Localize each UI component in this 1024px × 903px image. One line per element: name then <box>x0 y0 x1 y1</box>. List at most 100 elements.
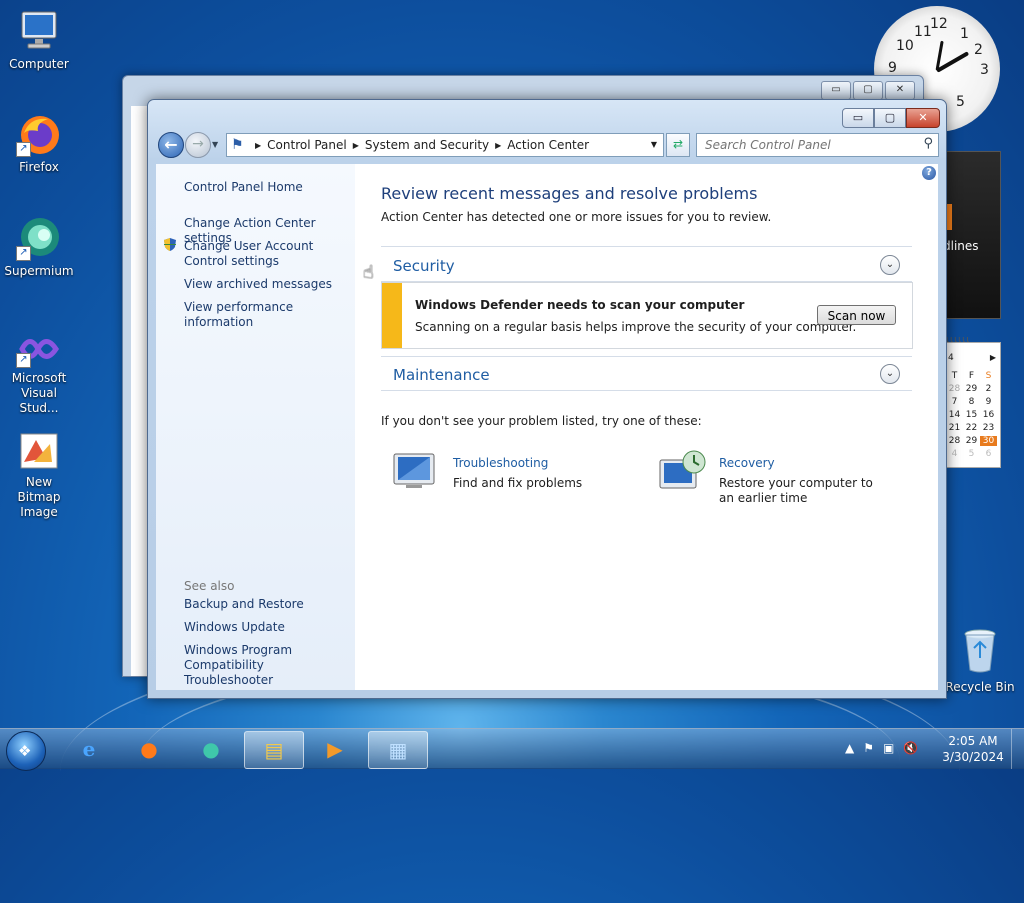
windows-update-link[interactable]: Windows Update <box>184 620 285 635</box>
suggestion-text: If you don't see your problem listed, tr… <box>381 414 702 428</box>
control-panel-icon: ▦ <box>388 738 408 762</box>
action-center-window[interactable]: ▭ ▢ ✕ ← → ▼ ⚑ ▶ Control Panel ▶ System a… <box>147 99 947 699</box>
address-dropdown-icon[interactable]: ▼ <box>647 136 661 154</box>
close-icon[interactable]: ✕ <box>885 81 915 100</box>
show-desktop-button[interactable] <box>1011 729 1024 769</box>
recovery-link[interactable]: Recovery <box>719 456 775 470</box>
taskbar-clock[interactable]: 2:05 AM 3/30/2024 <box>938 733 1008 765</box>
view-performance-information-link[interactable]: View performance information <box>184 300 355 330</box>
calendar-weekday: T <box>951 371 958 381</box>
firefox-icon: ↗ <box>16 111 62 157</box>
calendar-weekday: S <box>985 371 992 381</box>
arrow-right-icon: → <box>192 136 204 152</box>
security-section-title[interactable]: Security <box>393 257 455 275</box>
start-button[interactable]: ❖ <box>6 731 46 771</box>
calendar-day: 21 <box>948 423 961 433</box>
desktop-icon-label: New Bitmap Image <box>17 475 61 519</box>
breadcrumb-separator-icon[interactable]: ▶ <box>353 141 359 150</box>
volume-muted-icon[interactable]: 🔇 <box>903 741 918 755</box>
taskbar-media-player[interactable]: ▶ <box>306 731 364 767</box>
bitmap-image-icon <box>16 432 62 472</box>
help-icon[interactable]: ? <box>922 166 936 180</box>
windows-logo-icon: ❖ <box>18 742 32 760</box>
security-expand-button[interactable]: ⌄ <box>880 255 900 275</box>
troubleshooting-link[interactable]: Troubleshooting <box>453 456 548 470</box>
calendar-next-icon[interactable]: ▶ <box>990 353 996 362</box>
see-also-label: See also <box>184 579 235 593</box>
address-bar[interactable]: ⚑ ▶ Control Panel ▶ System and Security … <box>226 133 664 157</box>
desktop-icon-firefox[interactable]: ↗ Firefox <box>4 111 74 175</box>
control-panel-flag-icon: ⚑ <box>231 137 244 153</box>
shortcut-arrow-icon: ↗ <box>16 246 31 261</box>
maintenance-section-title[interactable]: Maintenance <box>393 366 490 384</box>
taskbar-time: 2:05 AM <box>948 734 998 748</box>
scan-now-button[interactable]: Scan now <box>817 305 896 325</box>
minimize-button[interactable]: ▭ <box>842 108 874 128</box>
forward-button[interactable]: → <box>185 132 211 158</box>
divider <box>381 246 912 247</box>
close-button[interactable]: ✕ <box>906 108 940 128</box>
desktop-icon-label: Computer <box>9 57 69 71</box>
chevron-down-icon: ⌄ <box>885 259 895 270</box>
breadcrumb-system-security[interactable]: System and Security <box>365 138 489 152</box>
taskbar-control-panel[interactable]: ▦ <box>368 731 428 769</box>
maintenance-expand-button[interactable]: ⌄ <box>880 364 900 384</box>
minimize-icon[interactable]: ▭ <box>821 81 851 100</box>
desktop-icon-label: Firefox <box>19 160 59 174</box>
taskbar-supermium[interactable]: ● <box>182 731 240 767</box>
back-button[interactable]: ← <box>158 132 184 158</box>
taskbar-firefox[interactable]: ● <box>120 731 178 767</box>
desktop-icon-label: Supermium <box>4 264 74 278</box>
defender-alert: Windows Defender needs to scan your comp… <box>381 282 913 349</box>
desktop-icon-recycle-bin[interactable]: Recycle Bin <box>940 628 1020 694</box>
desktop-icon-bitmap[interactable]: New Bitmap Image <box>4 432 74 520</box>
calendar-today: 30 <box>980 436 997 446</box>
refresh-button[interactable]: ⇄ <box>666 133 690 157</box>
taskbar: ❖ e ● ● ▤ ▶ ▦ ▲ ⚑ ▣ 🔇 2:05 AM 3/30/2024 <box>0 728 1024 771</box>
navigation-bar: ← → ▼ ⚑ ▶ Control Panel ▶ System and Sec… <box>156 130 939 160</box>
media-player-icon: ▶ <box>327 737 343 761</box>
troubleshooting-icon[interactable] <box>392 452 436 490</box>
alert-severity-bar <box>382 283 402 348</box>
supermium-icon: ↗ <box>16 215 62 261</box>
maximize-button[interactable]: ▢ <box>874 108 906 128</box>
backup-restore-link[interactable]: Backup and Restore <box>184 597 304 612</box>
taskbar-internet-explorer[interactable]: e <box>60 731 118 767</box>
calendar-day: 28 <box>948 384 961 394</box>
calendar-day: 23 <box>982 423 995 433</box>
calendar-header: 4 <box>948 353 954 363</box>
headlines-gadget[interactable]: dlines <box>943 151 1001 319</box>
calendar-day: 9 <box>985 397 992 407</box>
taskbar-explorer[interactable]: ▤ <box>244 731 304 769</box>
recent-pages-dropdown-icon[interactable]: ▼ <box>212 140 218 149</box>
action-center-flag-icon[interactable]: ⚑ <box>863 741 874 755</box>
change-uac-settings-link[interactable]: Change User Account Control settings <box>184 239 354 269</box>
search-input[interactable] <box>703 137 907 153</box>
folder-icon: ▤ <box>264 738 284 762</box>
show-hidden-icons-icon[interactable]: ▲ <box>845 741 854 755</box>
network-icon[interactable]: ▣ <box>883 741 894 755</box>
breadcrumb-separator-icon[interactable]: ▶ <box>495 141 501 150</box>
calendar-gadget[interactable]: ιιιιιι 4 ▶ TFS 28 29 2 789 14 15 16 21 22 23 2… <box>945 335 1001 468</box>
recovery-icon[interactable] <box>658 448 708 494</box>
desktop-icon-computer[interactable]: Computer <box>4 8 74 72</box>
divider <box>381 390 912 391</box>
hand-cursor-icon: ☝ <box>363 262 374 283</box>
uac-shield-icon <box>163 237 177 252</box>
desktop-icon-visual-studio[interactable]: ↗ Microsoft Visual Stud... <box>4 330 74 416</box>
calendar-rings-icon: ιιιιιι <box>946 335 971 345</box>
compatibility-troubleshooter-link[interactable]: Windows Program Compatibility Troublesho… <box>184 643 349 688</box>
view-archived-messages-link[interactable]: View archived messages <box>184 277 332 292</box>
calendar-weekday: F <box>968 371 975 381</box>
desktop-icon-supermium[interactable]: ↗ Supermium <box>4 215 74 279</box>
breadcrumb-action-center[interactable]: Action Center <box>507 138 589 152</box>
maximize-icon[interactable]: ▢ <box>853 81 883 100</box>
search-box[interactable]: ⚲ <box>696 133 939 157</box>
search-icon[interactable]: ⚲ <box>923 136 933 151</box>
troubleshooting-description: Find and fix problems <box>453 476 583 490</box>
visual-studio-icon: ↗ <box>16 330 62 368</box>
breadcrumb-control-panel[interactable]: Control Panel <box>267 138 347 152</box>
breadcrumb-separator-icon[interactable]: ▶ <box>255 141 261 150</box>
calendar-day: 6 <box>985 449 992 459</box>
control-panel-home-link[interactable]: Control Panel Home <box>184 180 303 195</box>
